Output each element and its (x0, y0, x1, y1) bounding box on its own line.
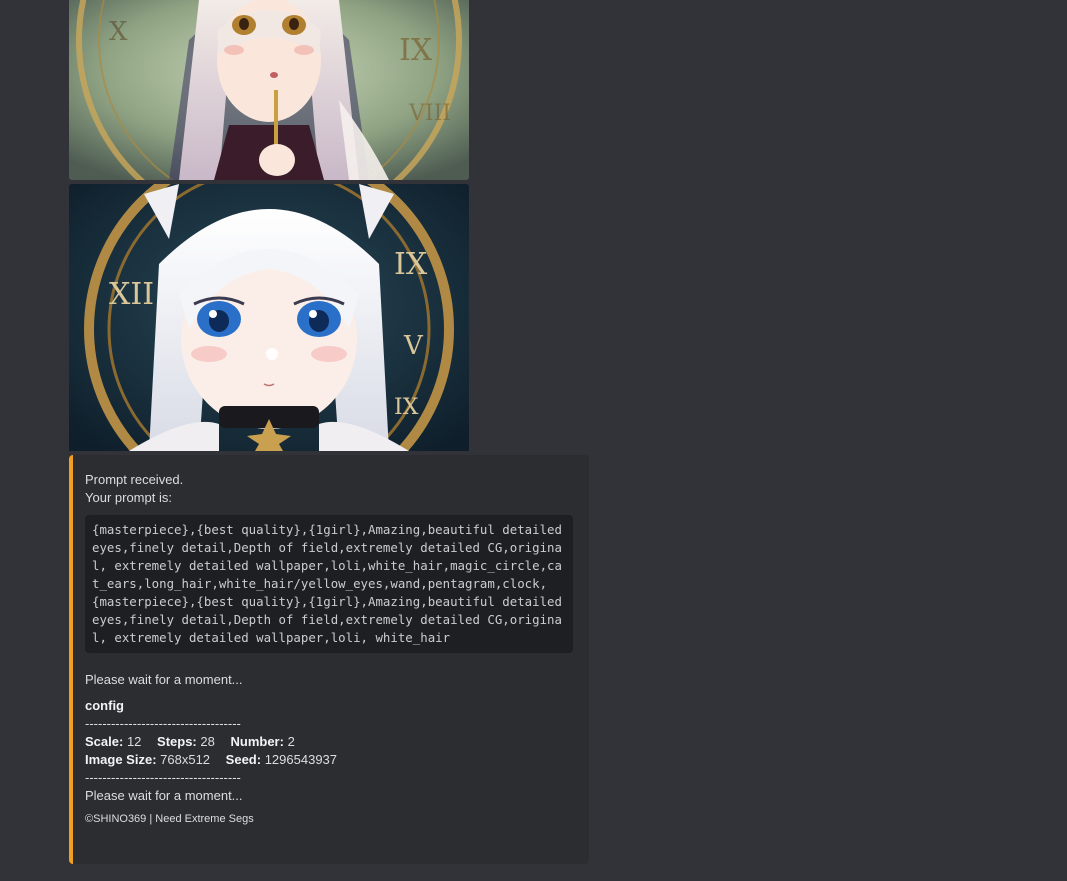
wait-text-1: Please wait for a moment... (85, 672, 243, 687)
svg-text:X: X (109, 17, 128, 47)
wait-text-2: Please wait for a moment... (85, 788, 243, 803)
config-row-1: Scale: 12 Steps: 28 Number: 2 (85, 733, 573, 751)
generated-image-1[interactable]: X IX VIII (69, 0, 469, 180)
scale-label: Scale: (85, 734, 124, 749)
embed-footer: ©SHINO369 | Need Extreme Segs (85, 813, 254, 825)
image-size-value: 768x512 (160, 752, 211, 767)
chat-page: X IX VIII XII IX V IX Prompt received. Y… (0, 0, 1067, 881)
prompt-received-text: Prompt received. (85, 472, 184, 487)
prompt-code-block[interactable]: {masterpiece},{best quality},{1girl},Ama… (85, 515, 573, 653)
svg-text:V: V (403, 331, 424, 361)
number-value: 2 (287, 734, 295, 749)
steps-value: 28 (200, 734, 215, 749)
scale-value: 12 (126, 734, 142, 749)
svg-text:VIII: VIII (408, 101, 451, 126)
svg-text:IX: IX (394, 247, 428, 282)
seed-value: 1296543937 (264, 752, 338, 767)
config-row-2: Image Size: 768x512 Seed: 1296543937 (85, 751, 573, 769)
divider-top: ------------------------------------ (85, 716, 241, 731)
generated-image-2[interactable]: XII IX V IX (69, 184, 469, 451)
bot-embed: Prompt received. Your prompt is: {master… (69, 455, 589, 864)
your-prompt-text: Your prompt is: (85, 490, 172, 505)
seed-label: Seed: (225, 752, 262, 767)
image-size-label: Image Size: (85, 752, 157, 767)
number-label: Number: (230, 734, 284, 749)
config-title: config (85, 698, 124, 713)
svg-text:IX: IX (394, 395, 419, 420)
svg-text:IX: IX (399, 33, 433, 68)
divider-bottom: ------------------------------------ (85, 770, 241, 785)
steps-label: Steps: (157, 734, 197, 749)
svg-text:XII: XII (109, 277, 154, 312)
